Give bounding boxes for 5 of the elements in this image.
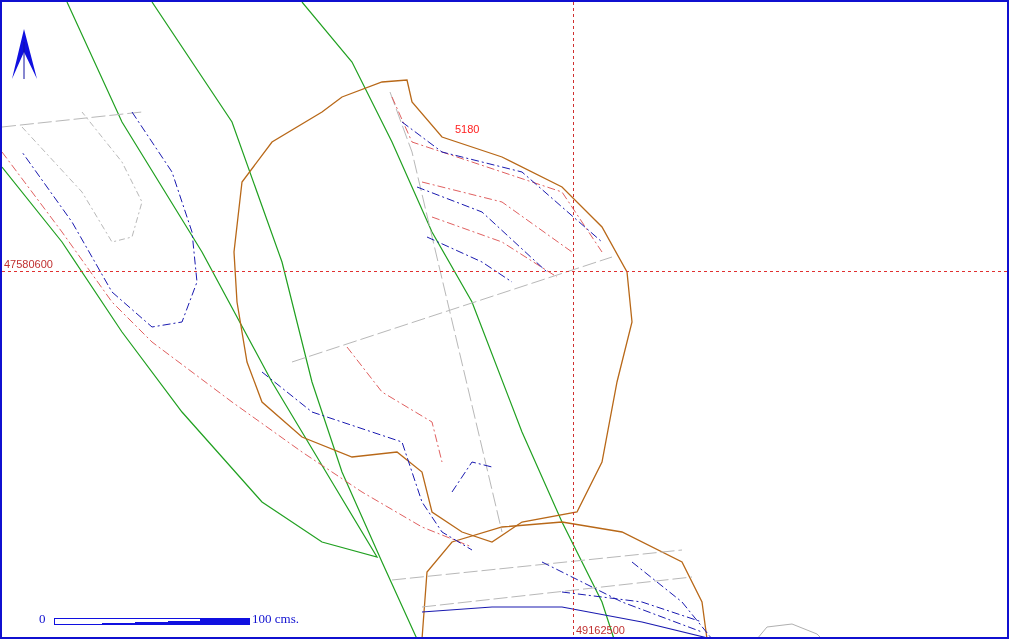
scale-start-label: 0 (39, 612, 46, 626)
scale-end-label: 100 cms. (252, 612, 299, 626)
northing-label: 47580600 (4, 258, 53, 270)
contour-label: 5180 (455, 123, 480, 135)
north-arrow-icon (12, 29, 37, 80)
